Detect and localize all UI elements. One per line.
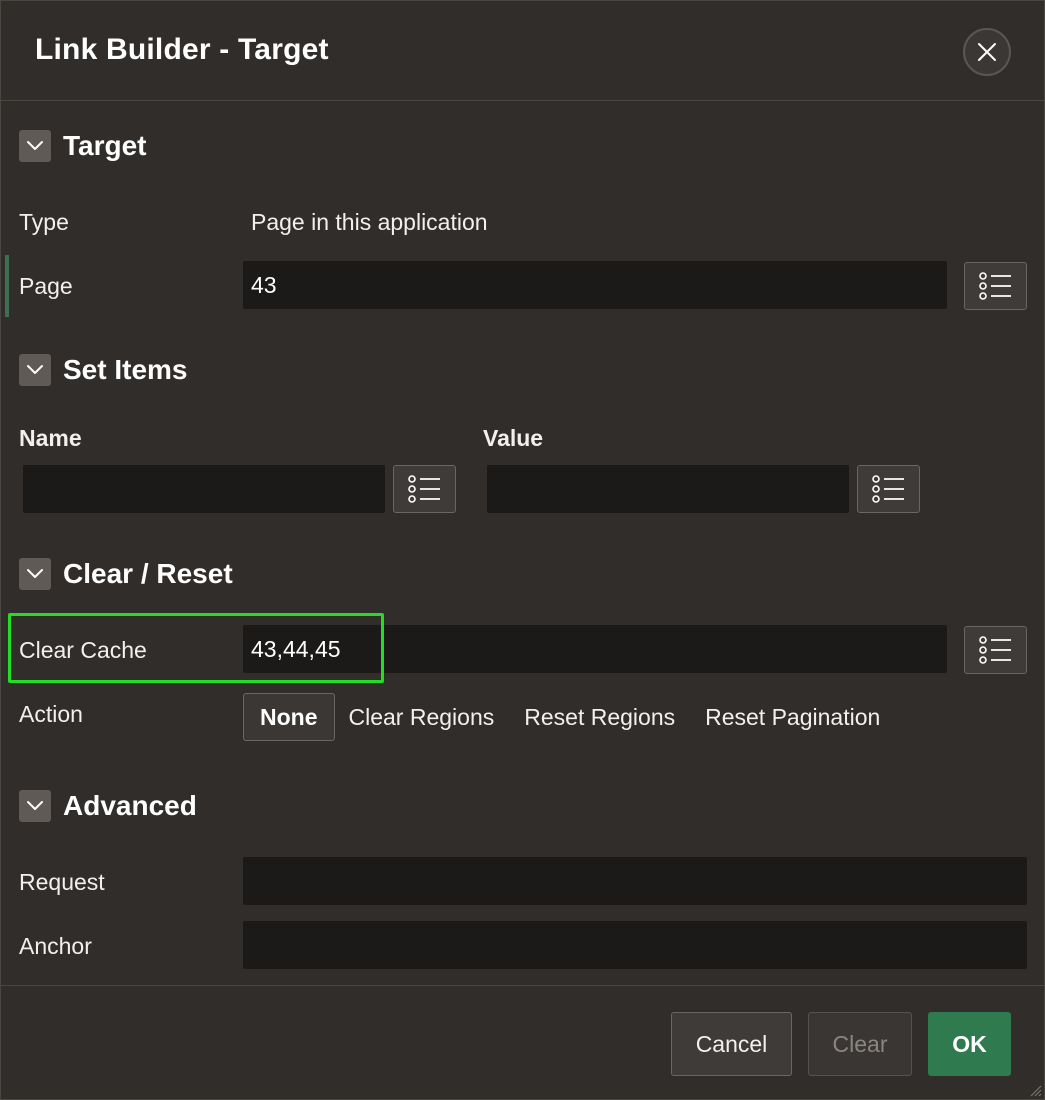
- target-heading: Target: [63, 130, 147, 161]
- type-value: Page in this application: [251, 209, 488, 235]
- chevron-down-icon: [27, 569, 43, 578]
- advanced-collapse-toggle[interactable]: [19, 790, 51, 822]
- dialog-footer: Cancel Clear OK: [1, 985, 1045, 1100]
- clear-cache-lov-button[interactable]: [964, 626, 1027, 674]
- page-lov-button[interactable]: [964, 262, 1027, 310]
- value-column-header: Value: [483, 425, 544, 451]
- request-label: Request: [19, 869, 105, 895]
- action-radio-group: None Clear Regions Reset Regions Reset P…: [243, 693, 894, 741]
- type-label: Type: [19, 209, 69, 235]
- clear-cache-input[interactable]: 43,44,45: [243, 625, 947, 673]
- clear-reset-collapse-toggle[interactable]: [19, 558, 51, 590]
- target-collapse-toggle[interactable]: [19, 130, 51, 162]
- request-input[interactable]: [243, 857, 1027, 905]
- cancel-button[interactable]: Cancel: [671, 1012, 792, 1076]
- section-clear-reset-header: Clear / Reset: [19, 558, 233, 590]
- set-items-heading: Set Items: [63, 354, 188, 385]
- chevron-down-icon: [27, 801, 43, 810]
- action-option-reset-regions[interactable]: Reset Regions: [508, 693, 691, 741]
- item-name-lov-button[interactable]: [393, 465, 456, 513]
- clear-cache-label: Clear Cache: [19, 637, 147, 663]
- close-button[interactable]: [963, 28, 1011, 76]
- section-target-header: Target: [19, 130, 147, 162]
- required-marker: [5, 255, 9, 317]
- item-name-input[interactable]: [23, 465, 385, 513]
- action-option-reset-pagination[interactable]: Reset Pagination: [689, 693, 896, 741]
- action-label: Action: [19, 701, 83, 727]
- list-icon: [871, 475, 904, 503]
- dialog-header: Link Builder - Target: [1, 1, 1045, 101]
- name-column-header: Name: [19, 425, 82, 451]
- chevron-down-icon: [27, 141, 43, 150]
- item-value-lov-button[interactable]: [857, 465, 920, 513]
- list-icon: [978, 636, 1011, 664]
- clear-reset-heading: Clear / Reset: [63, 558, 233, 589]
- set-items-collapse-toggle[interactable]: [19, 354, 51, 386]
- advanced-heading: Advanced: [63, 790, 197, 821]
- item-value-input[interactable]: [487, 465, 849, 513]
- action-option-clear-regions[interactable]: Clear Regions: [333, 693, 511, 741]
- link-builder-dialog: Link Builder - Target Target Type Page i…: [0, 0, 1045, 1100]
- dialog-title: Link Builder - Target: [35, 33, 329, 66]
- close-icon: [978, 43, 996, 61]
- section-set-items-header: Set Items: [19, 354, 188, 386]
- resize-grip-icon[interactable]: [1026, 1081, 1042, 1097]
- list-icon: [978, 272, 1011, 300]
- page-input[interactable]: 43: [243, 261, 947, 309]
- action-option-none[interactable]: None: [243, 693, 335, 741]
- list-icon: [407, 475, 440, 503]
- ok-button[interactable]: OK: [928, 1012, 1011, 1076]
- anchor-label: Anchor: [19, 933, 92, 959]
- clear-button[interactable]: Clear: [808, 1012, 912, 1076]
- anchor-input[interactable]: [243, 921, 1027, 969]
- page-label: Page: [19, 273, 73, 299]
- section-advanced-header: Advanced: [19, 790, 197, 822]
- chevron-down-icon: [27, 365, 43, 374]
